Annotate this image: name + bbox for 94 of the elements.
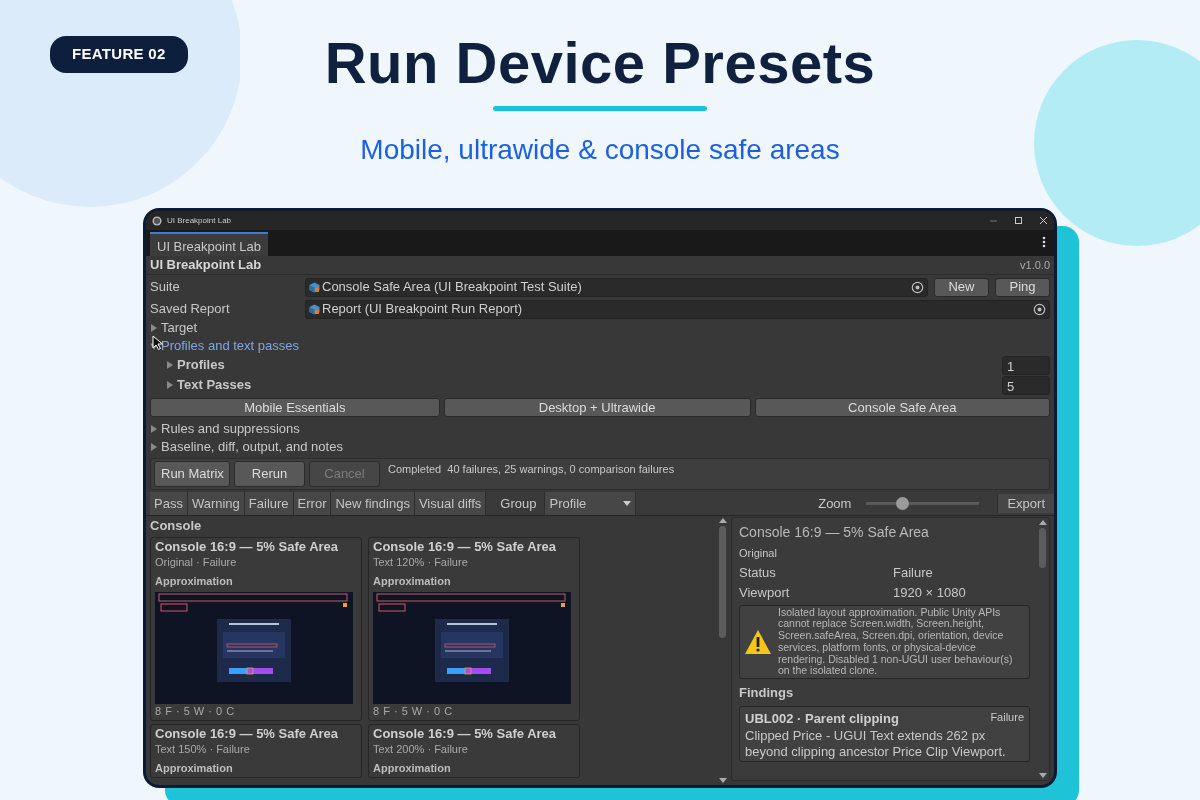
preset-button[interactable]: Mobile Essentials <box>150 398 440 417</box>
close-icon[interactable] <box>1039 216 1048 225</box>
card-title: Console 16:9 — 5% Safe Area <box>373 538 558 555</box>
property-value: 1920 × 1080 <box>893 584 966 602</box>
foldout-label[interactable]: Text Passes <box>177 375 252 395</box>
zoom-label: Zoom <box>818 494 852 513</box>
property-label: Viewport <box>739 584 791 602</box>
field-value: Console Safe Area (UI Breakpoint Test Suite) <box>322 278 582 297</box>
card-subtitle: Original · Failure <box>155 555 238 570</box>
object-field[interactable]: Console Safe Area (UI Breakpoint Test Suite) <box>305 277 928 297</box>
finding-card[interactable]: UBL002 · Parent clipping Failure Clipped Price - UGUI Text extends 262 px beyond clipping ancestor Price Clip Viewport. <box>739 705 1030 763</box>
filter-toggle[interactable]: Error <box>293 492 332 515</box>
field-label: Suite <box>150 278 181 297</box>
cube-icon <box>309 303 320 315</box>
number-field[interactable]: 1 <box>1002 355 1050 375</box>
page-title: Run Device Presets <box>323 34 877 92</box>
caret-icon <box>623 501 632 506</box>
foldout-arrow-icon[interactable] <box>166 361 174 369</box>
scroll-up-icon[interactable] <box>1038 520 1047 525</box>
result-card[interactable]: Console 16:9 — 5% Safe Area Text 150% · Failure Approximation <box>150 724 362 778</box>
card-footer: 8 F · 5 W · 0 C <box>373 705 575 719</box>
card-subtitle: Text 120% · Failure <box>373 555 469 570</box>
action-button[interactable]: Ping <box>995 277 1050 297</box>
foldout-arrow-icon[interactable] <box>150 425 158 433</box>
foldout-label[interactable]: Profiles <box>177 355 225 375</box>
card-heading: Approximation <box>155 762 234 776</box>
cube-icon <box>309 281 320 293</box>
card-subtitle: Text 150% · Failure <box>155 743 251 757</box>
dropdown-value: Profile <box>549 494 587 513</box>
finding-message: Clipped Price - UGUI Text extends 262 px beyond clipping ancestor Price Clip Viewport. <box>745 728 1007 760</box>
detail-subtitle: Original <box>739 546 778 561</box>
filter-toggle[interactable]: New findings <box>331 492 415 515</box>
result-card[interactable]: Console 16:9 — 5% Safe Area Original · Failure Approximation 8 F · 5 W · 0 C <box>150 536 362 721</box>
scrollbar-thumb[interactable] <box>719 526 726 638</box>
warning-icon <box>744 628 772 655</box>
preset-button[interactable]: Desktop + Ultrawide <box>443 398 751 417</box>
filter-toggle[interactable]: Pass <box>150 492 188 515</box>
action-button[interactable]: New <box>934 277 989 297</box>
card-title: Console 16:9 — 5% Safe Area <box>373 726 558 743</box>
app-icon <box>152 215 162 226</box>
foldout-label[interactable]: Target <box>161 318 198 338</box>
group-label: Group <box>499 494 538 513</box>
finding-severity: Failure <box>990 709 1024 725</box>
group-dropdown[interactable]: Profile <box>544 492 637 515</box>
filter-toggle[interactable]: Failure <box>244 492 294 515</box>
maximize-icon[interactable] <box>1014 216 1023 225</box>
page-subtitle: Mobile, ultrawide & console safe areas <box>359 133 841 167</box>
filter-toggle[interactable]: Warning <box>187 492 245 515</box>
detail-title: Console 16:9 — 5% Safe Area <box>739 523 930 542</box>
feature-badge: FEATURE 02 <box>50 36 188 73</box>
scroll-up-icon[interactable] <box>718 518 727 523</box>
target-icon[interactable] <box>1033 302 1046 316</box>
scroll-down-icon[interactable] <box>1038 773 1047 778</box>
findings-heading: Findings <box>739 684 795 702</box>
version-label: v1.0.0 <box>1020 257 1050 273</box>
card-footer: 8 F · 5 W · 0 C <box>155 705 357 719</box>
card-title: Console 16:9 — 5% Safe Area <box>155 538 340 555</box>
target-icon[interactable] <box>911 280 924 294</box>
field-value: Report (UI Breakpoint Run Report) <box>322 300 523 319</box>
section-label: Console <box>150 517 203 535</box>
filter-toggle[interactable]: Visual diffs <box>414 492 487 515</box>
status-text: Completed 40 failures, 25 warnings, 0 comparison failures <box>388 462 675 477</box>
number-field[interactable]: 5 <box>1002 375 1050 395</box>
panel-title: UI Breakpoint Lab <box>150 256 262 275</box>
card-heading: Approximation <box>373 574 452 589</box>
warning-text: Isolated layout approximation. Public Unity APIs cannot replace Screen.width, Screen.height, Screen.safeArea, Screen.dpi, orientation, device services, platform fonts, or physical-device rendering. Disabled 1 non-UGUI user behaviour(s) on the isolated clone. <box>778 606 1014 677</box>
scrollbar-thumb[interactable] <box>1039 528 1046 568</box>
foldout-arrow-icon[interactable] <box>150 324 158 332</box>
foldout-arrow-icon[interactable] <box>150 443 158 451</box>
result-card[interactable]: Console 16:9 — 5% Safe Area Text 120% · Failure Approximation 8 F · 5 W · 0 C <box>368 536 580 721</box>
window-title: UI Breakpoint Lab <box>167 214 232 227</box>
finding-title: UBL002 · Parent clipping <box>745 709 899 728</box>
run-button[interactable]: Run Matrix <box>154 461 230 487</box>
property-value: Failure <box>893 563 933 582</box>
scroll-down-icon[interactable] <box>718 778 727 783</box>
card-heading: Approximation <box>155 574 234 589</box>
slider-thumb[interactable] <box>895 497 909 510</box>
foldout-label[interactable]: Baseline, diff, output, and notes <box>161 437 343 457</box>
export-button[interactable]: Export <box>997 493 1054 514</box>
card-heading: Approximation <box>373 762 452 776</box>
object-field[interactable]: Report (UI Breakpoint Run Report) <box>305 299 1050 319</box>
more-menu-icon[interactable] <box>1042 236 1046 248</box>
foldout-label[interactable]: Profiles and text passes <box>161 336 300 356</box>
tab[interactable]: UI Breakpoint Lab <box>150 232 269 256</box>
mouse-cursor-icon <box>152 335 163 350</box>
run-button[interactable]: Rerun <box>234 461 305 487</box>
property-label: Status <box>739 563 777 582</box>
preset-button[interactable]: Console Safe Area <box>754 398 1050 417</box>
field-label: Saved Report <box>150 300 231 319</box>
result-card[interactable]: Console 16:9 — 5% Safe Area Text 200% · Failure Approximation <box>368 724 580 778</box>
card-title: Console 16:9 — 5% Safe Area <box>155 726 340 743</box>
foldout-label[interactable]: Rules and suppressions <box>161 419 300 439</box>
card-subtitle: Text 200% · Failure <box>373 743 469 757</box>
foldout-arrow-icon[interactable] <box>166 381 174 389</box>
